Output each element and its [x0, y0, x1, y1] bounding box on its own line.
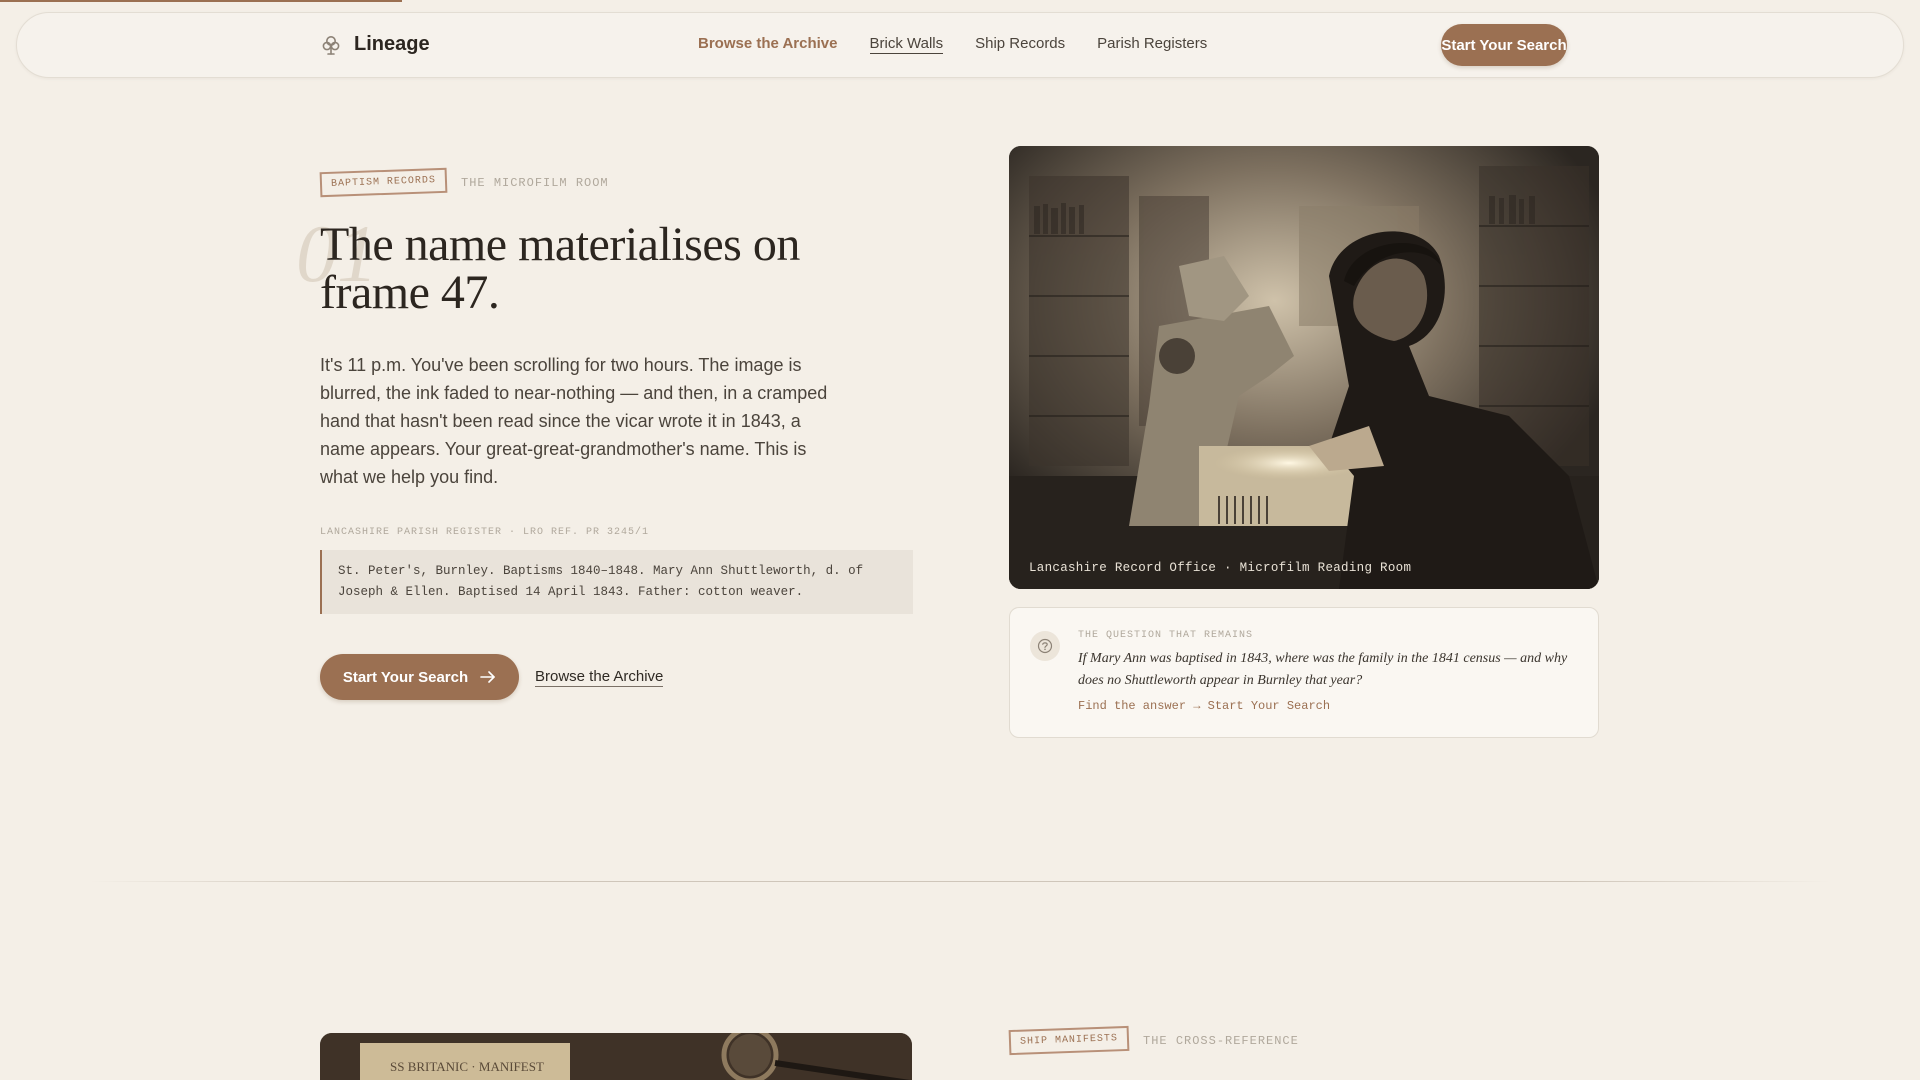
nav-link-browse-archive[interactable]: Browse the Archive [698, 35, 838, 54]
photo-caption: Lancashire Record Office · Microfilm Rea… [1029, 561, 1412, 575]
hero-lede: It's 11 p.m. You've been scrolling for t… [320, 355, 828, 487]
tree-icon [322, 35, 340, 55]
nav-start-search-button[interactable]: Start Your Search [1441, 24, 1567, 66]
microfilm-reader-photo: Lancashire Record Office · Microfilm Rea… [1009, 146, 1599, 589]
headline-block: 01 The name materialises on frame 47. [296, 213, 920, 319]
top-navigation: Lineage Browse the Archive Brick Walls S… [16, 12, 1904, 78]
archivist-illustration [1009, 146, 1599, 589]
scroll-progress-bar [0, 0, 402, 2]
manifest-illustration: SS BRITANIC · MANIFEST [320, 1033, 912, 1080]
nav-link-parish-registers[interactable]: Parish Registers [1097, 35, 1207, 54]
browse-archive-link[interactable]: Browse the Archive [535, 668, 664, 687]
brand-logo[interactable]: Lineage [320, 33, 430, 56]
hero-cta-row: Start Your Search Browse the Archive [320, 654, 920, 700]
hero-start-search-label: Start Your Search [342, 668, 469, 686]
manifest-image-text: SS BRITANIC · MANIFEST [390, 1059, 544, 1074]
question-card: THE QUESTION THAT REMAINS If Mary Ann wa… [1009, 607, 1599, 738]
ship-manifest-photo: SS BRITANIC · MANIFEST [320, 1033, 912, 1080]
question-mark-icon [1030, 631, 1060, 661]
record-reference-label: LANCASHIRE PARISH REGISTER · LRO REF. PR… [320, 527, 650, 538]
hero-tag-row: BAPTISM RECORDS THE MICROFILM ROOM [319, 167, 920, 198]
arrow-right-icon [480, 671, 495, 683]
category-stamp: BAPTISM RECORDS [319, 167, 448, 198]
category-stamp-ship: SHIP MANIFESTS [1008, 1025, 1130, 1056]
nav-link-ship-records[interactable]: Ship Records [975, 35, 1065, 54]
find-answer-link[interactable]: Find the answer → Start Your Search [1078, 699, 1330, 713]
question-label: THE QUESTION THAT REMAINS [1078, 630, 1254, 641]
page-title: The name materialises on frame 47. [320, 218, 800, 319]
section2-tag-row: SHIP MANIFESTS THE CROSS-REFERENCE [1008, 1025, 1299, 1056]
nav-link-brick-walls[interactable]: Brick Walls [869, 35, 944, 54]
nav-links: Browse the Archive Brick Walls Ship Reco… [698, 35, 1207, 54]
hero-start-search-button[interactable]: Start Your Search [320, 654, 519, 700]
section2-eyebrow: THE CROSS-REFERENCE [1143, 1033, 1299, 1048]
record-transcript: St. Peter's, Burnley. Baptisms 1840–1848… [320, 550, 913, 614]
section-divider [90, 881, 1830, 882]
section-eyebrow: THE MICROFILM ROOM [461, 175, 609, 190]
brand-name: Lineage [354, 33, 430, 55]
hero-content: BAPTISM RECORDS THE MICROFILM ROOM 01 Th… [296, 167, 920, 700]
question-text: If Mary Ann was baptised in 1843, where … [1078, 651, 1568, 688]
